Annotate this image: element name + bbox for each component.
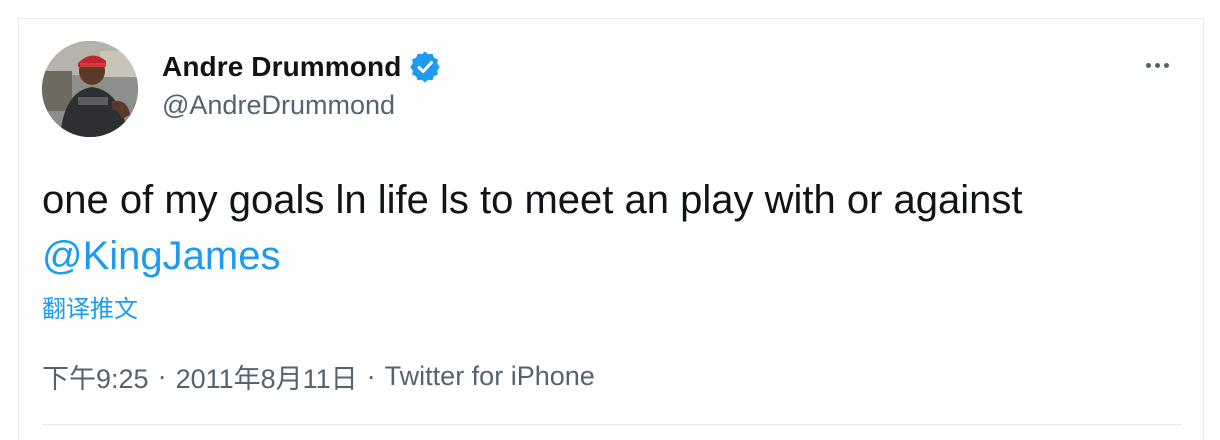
tweet-body: one of my goals ln life ls to meet an pl… [42, 178, 1023, 222]
author-handle[interactable]: @AndreDrummond [162, 90, 395, 121]
dot [1154, 62, 1160, 68]
tweet-text: one of my goals ln life ls to meet an pl… [42, 172, 1182, 284]
dot [1145, 62, 1151, 68]
tweet-card: Andre Drummond @AndreDrummond one of my … [18, 18, 1204, 440]
verified-badge-icon [409, 51, 441, 83]
tweet-metadata: 下午9:25 · 2011年8月11日 · Twitter for iPhone [42, 357, 595, 396]
translate-tweet-link[interactable]: 翻译推文 [42, 289, 138, 324]
author-avatar[interactable] [42, 41, 138, 137]
meta-separator: · [366, 361, 376, 391]
tweet-source[interactable]: Twitter for iPhone [385, 361, 595, 392]
author-display-name[interactable]: Andre Drummond [162, 51, 401, 83]
page: Andre Drummond @AndreDrummond one of my … [0, 0, 1220, 440]
mention-link[interactable]: @KingJames [42, 234, 280, 278]
author-name-row: Andre Drummond [162, 49, 441, 85]
divider [42, 424, 1182, 425]
dot [1163, 62, 1169, 68]
meta-separator: · [157, 361, 167, 391]
profile-photo-icon [42, 41, 138, 137]
tweet-date[interactable]: 2011年8月11日 [176, 357, 358, 396]
tweet-time[interactable]: 下午9:25 [42, 357, 149, 396]
more-options-icon[interactable] [1137, 53, 1177, 77]
